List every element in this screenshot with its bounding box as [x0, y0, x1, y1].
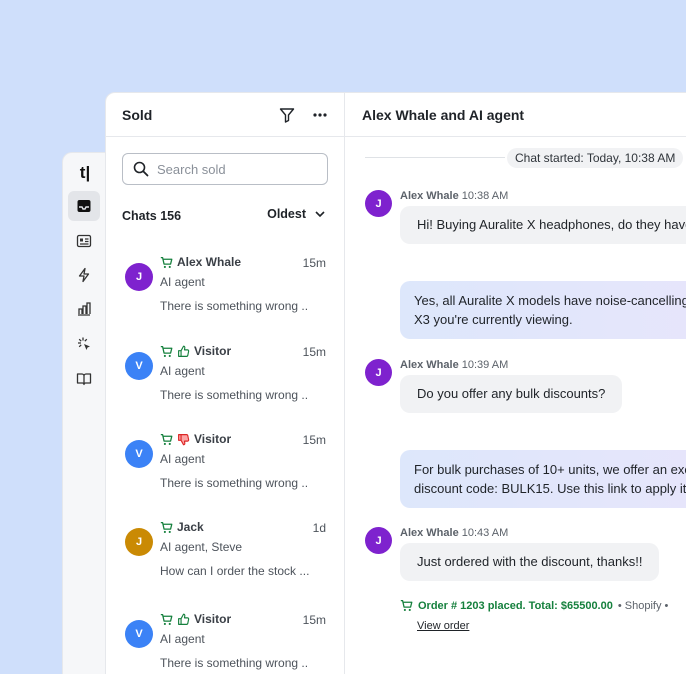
chat-list-item[interactable]: V Visitor 15m AI agent There is something wr… — [106, 338, 344, 426]
chat-item-header: Visitor — [160, 344, 231, 358]
chat-item-header: Jack — [160, 520, 204, 534]
message-meta: Alex Whale 10:39 AM — [400, 359, 509, 371]
divider — [365, 157, 505, 158]
avatar: V — [125, 620, 153, 648]
chat-item-preview: There is something wrong .. — [160, 656, 309, 670]
chat-item-time: 15m — [302, 345, 326, 359]
chat-item-name: Visitor — [194, 432, 232, 446]
rail-automation-button[interactable] — [68, 260, 100, 290]
conversation-title: Alex Whale and AI agent — [362, 107, 525, 123]
chat-item-time: 1d — [312, 521, 326, 535]
chat-item-preview: How can I order the stock ... — [160, 564, 310, 578]
bolt-icon — [78, 267, 90, 283]
rail-knowledge-button[interactable] — [68, 364, 100, 394]
chat-item-preview: There is something wrong .. — [160, 299, 309, 313]
chat-item-name: Alex Whale — [177, 255, 242, 269]
chat-list-header: Sold — [106, 93, 344, 137]
cart-icon — [160, 256, 173, 268]
inbox-icon — [77, 200, 91, 212]
search-input[interactable] — [157, 161, 307, 177]
avatar: V — [125, 440, 153, 468]
view-order-link[interactable]: View order — [417, 620, 469, 632]
cart-icon — [160, 613, 173, 625]
sort-dropdown[interactable]: Oldest — [267, 207, 326, 221]
conversation-header: Alex Whale and AI agent — [345, 93, 686, 137]
conversation-panel: Alex Whale and AI agent Chat started: To… — [344, 92, 686, 674]
cart-icon — [160, 521, 173, 533]
chat-item-header: Visitor — [160, 432, 231, 446]
chat-item-header: Alex Whale — [160, 255, 241, 269]
chat-item-assignee: AI agent — [160, 452, 205, 466]
chevron-down-icon — [315, 211, 325, 218]
contact-card-icon — [76, 234, 92, 248]
agent-message-bubble: For bulk purchases of 10+ units, we offe… — [400, 450, 686, 508]
thumbs-down-icon — [178, 433, 190, 445]
chat-started-pill: Chat started: Today, 10:38 AM — [507, 148, 684, 168]
chat-item-time: 15m — [302, 433, 326, 447]
message-meta: Alex Whale 10:38 AM — [400, 190, 509, 202]
chat-item-time: 15m — [302, 256, 326, 270]
app-logo: t| — [79, 163, 91, 182]
order-event: Order # 1203 placed. Total: $65500.00 • … — [400, 599, 668, 612]
message-bubble: Just ordered with the discount, thanks!! — [400, 543, 660, 581]
sparkle-cursor-icon — [78, 337, 90, 350]
chat-list-item[interactable]: J Alex Whale 15m AI agent There is something… — [106, 249, 344, 337]
filter-icon — [279, 108, 295, 123]
chat-item-preview: There is something wrong .. — [160, 388, 309, 402]
cart-icon — [400, 599, 413, 612]
book-icon — [76, 373, 92, 386]
cart-icon — [160, 345, 173, 357]
order-source: • Shopify • — [617, 599, 669, 612]
message-bubble: Hi! Buying Auralite X headphones, do the… — [400, 206, 686, 244]
thumbs-up-icon — [178, 613, 190, 625]
avatar: V — [125, 352, 153, 380]
thumbs-up-icon — [178, 345, 190, 357]
cart-icon — [160, 433, 173, 445]
avatar: J — [365, 190, 392, 217]
chat-item-preview: There is something wrong .. — [160, 476, 309, 490]
chat-list-title: Sold — [122, 107, 153, 123]
message-meta: Alex Whale 10:43 AM — [400, 527, 509, 539]
chat-item-assignee: AI agent, Steve — [160, 540, 243, 554]
chat-list-item[interactable]: V Visitor 15m AI agent There is something wr… — [106, 426, 344, 514]
chat-item-name: Visitor — [194, 612, 232, 626]
chat-list-item[interactable]: J Jack 1d AI agent, Steve How can I order th… — [106, 514, 344, 602]
rail-ai-button[interactable] — [68, 329, 100, 359]
search-icon — [133, 161, 149, 177]
order-text: Order # 1203 placed. Total: $65500.00 — [418, 599, 613, 612]
chat-item-time: 15m — [302, 613, 326, 627]
avatar: J — [125, 263, 153, 291]
sort-label: Oldest — [267, 207, 306, 221]
agent-message-bubble: Yes, all Auralite X models have noise-ca… — [400, 281, 686, 339]
chat-item-header: Visitor — [160, 612, 231, 626]
chat-item-assignee: AI agent — [160, 632, 205, 646]
rail-contacts-button[interactable] — [68, 226, 100, 256]
avatar: J — [125, 528, 153, 556]
icon-rail: t| — [62, 152, 106, 674]
more-options-button[interactable] — [310, 105, 330, 125]
chats-count-label: Chats 156 — [122, 209, 182, 223]
filter-button[interactable] — [277, 105, 297, 125]
chat-item-name: Visitor — [194, 344, 232, 358]
chat-list-panel: Sold Chats 156 Oldest J Alex Whale 15m AI a… — [105, 92, 345, 674]
avatar: J — [365, 359, 392, 386]
chart-icon — [78, 302, 91, 316]
chat-list-item[interactable]: V Visitor 15m AI agent There is something wr… — [106, 606, 344, 674]
rail-inbox-button[interactable] — [68, 191, 100, 221]
more-horizontal-icon — [313, 113, 327, 117]
message-bubble: Do you offer any bulk discounts? — [400, 375, 623, 413]
search-box[interactable] — [122, 153, 328, 185]
chat-item-name: Jack — [177, 520, 204, 534]
rail-reports-button[interactable] — [68, 294, 100, 324]
chat-item-assignee: AI agent — [160, 364, 205, 378]
chat-item-assignee: AI agent — [160, 275, 205, 289]
avatar: J — [365, 527, 392, 554]
